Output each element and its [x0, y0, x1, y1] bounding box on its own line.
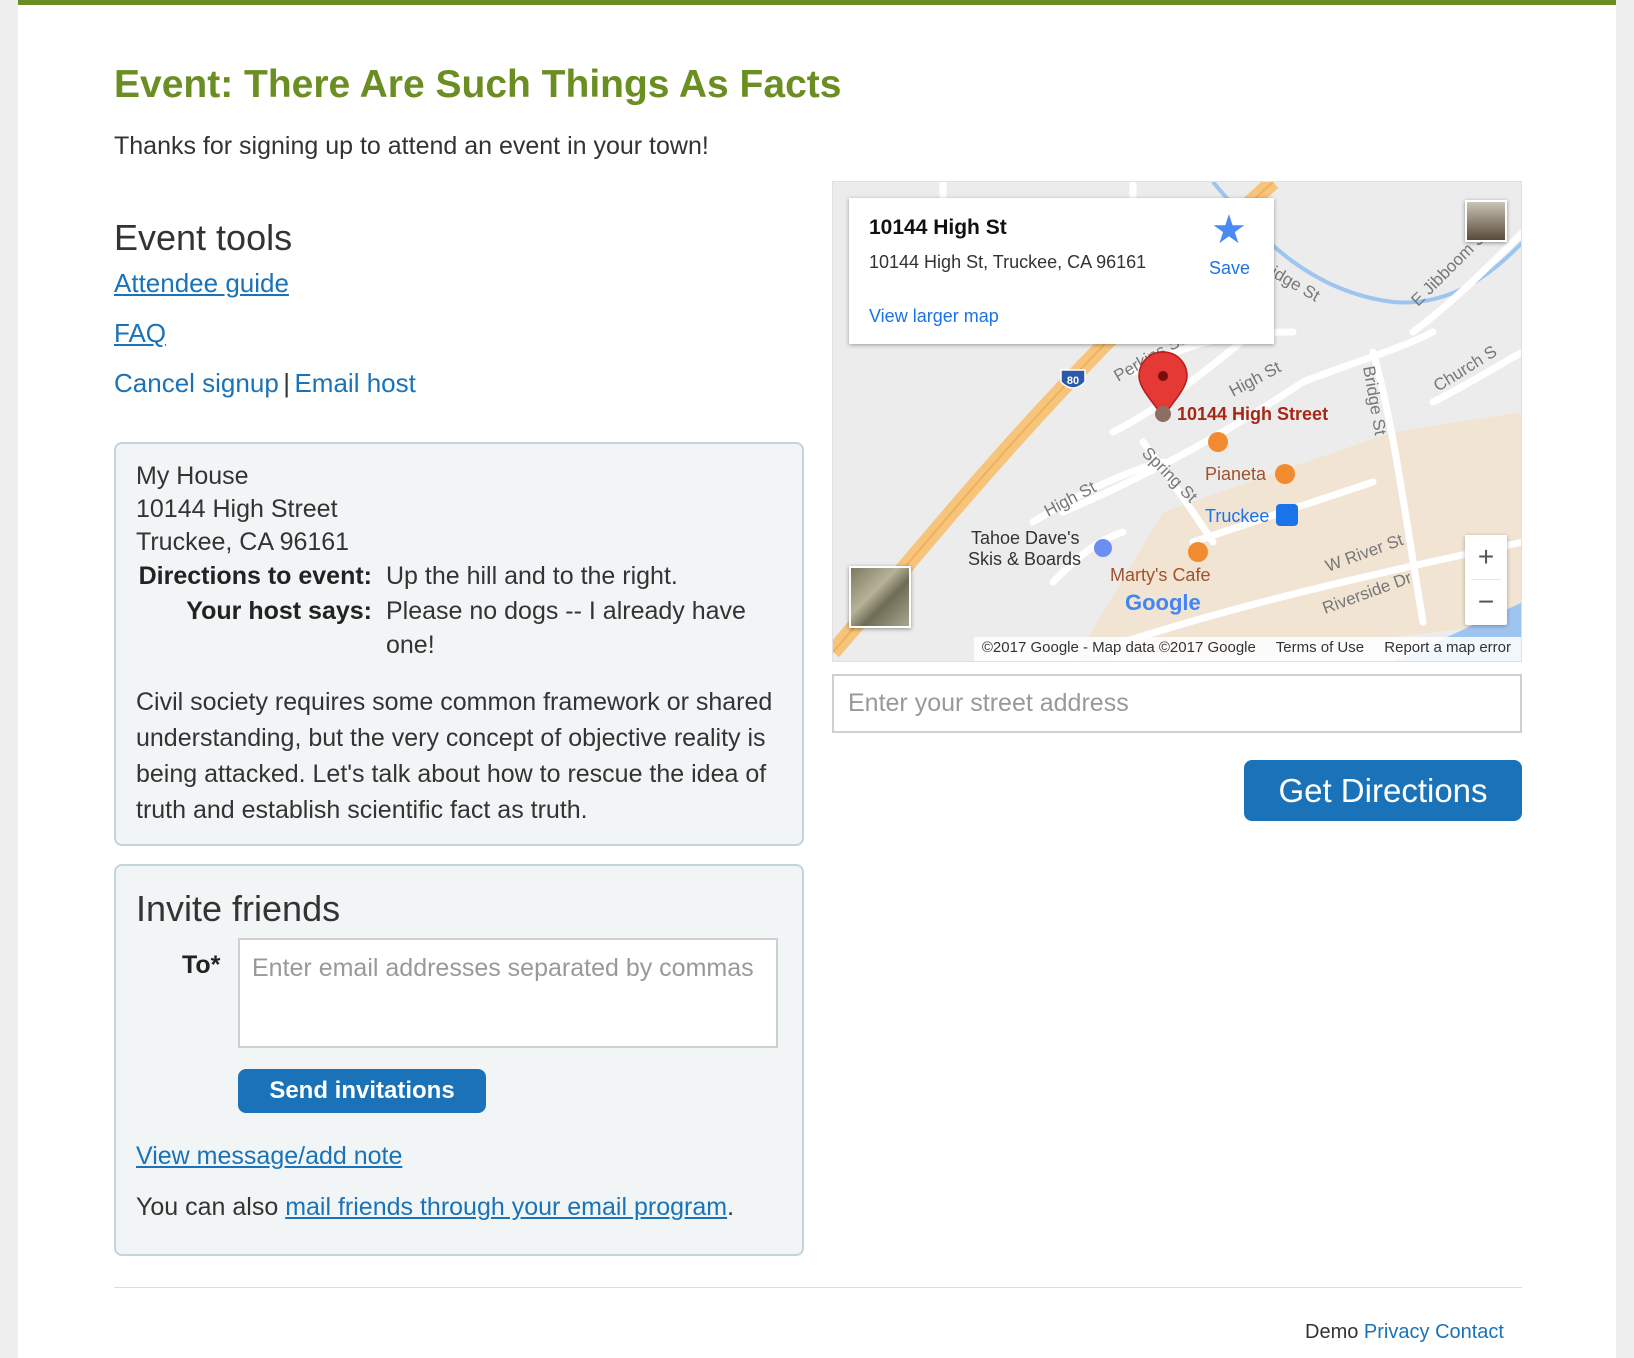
attendee-guide-link[interactable]: Attendee guide	[114, 268, 289, 299]
faq-link[interactable]: FAQ	[114, 318, 166, 349]
host-says-label: Your host says:	[186, 597, 372, 625]
report-map-error-link[interactable]: Report a map error	[1384, 639, 1511, 656]
send-invitations-button[interactable]: Send invitations	[238, 1069, 486, 1113]
cafe-icon-2	[1188, 542, 1208, 562]
page-subtitle: Thanks for signing up to attend an event…	[114, 132, 709, 160]
zoom-in-button[interactable]: +	[1465, 535, 1507, 579]
restaurant-icon	[1275, 464, 1295, 484]
event-tools-heading: Event tools	[114, 217, 293, 258]
footer: Demo Privacy Contact	[1305, 1321, 1504, 1344]
info-address: 10144 High St, Truckee, CA 96161	[869, 252, 1147, 272]
label-high-st-1: High St	[1226, 357, 1284, 400]
page: Event: There Are Such Things As Facts Th…	[18, 0, 1616, 1358]
footer-demo: Demo	[1305, 1321, 1359, 1343]
email-recipients-input[interactable]	[238, 938, 778, 1048]
get-directions-button[interactable]: Get Directions	[1244, 760, 1522, 821]
save-star-icon[interactable]: ★	[1211, 210, 1247, 250]
zoom-controls: + −	[1465, 535, 1507, 625]
street-view-thumbnail[interactable]	[1465, 200, 1507, 242]
mail-friends-link[interactable]: mail friends through your email program	[285, 1193, 727, 1221]
event-description: Civil society requires some common frame…	[136, 688, 773, 824]
action-separator: |	[283, 368, 290, 398]
view-message-link[interactable]: View message/add note	[136, 1142, 402, 1171]
mail-friends-line: You can also mail friends through your e…	[136, 1193, 734, 1222]
satellite-view-toggle[interactable]	[849, 566, 911, 628]
map-attribution: ©2017 Google - Map data ©2017 Google	[981, 639, 1256, 656]
save-place-button[interactable]: Save	[1209, 258, 1250, 279]
zoom-out-button[interactable]: −	[1465, 580, 1507, 624]
venue-street: 10144 High Street	[136, 495, 338, 523]
downtown-area	[1073, 412, 1521, 661]
shop-icon	[1094, 539, 1112, 557]
venue-city: Truckee, CA 96161	[136, 528, 350, 556]
i80-label: 80	[1067, 375, 1079, 387]
email-host-link[interactable]: Email host	[294, 368, 415, 398]
street-address-input[interactable]	[832, 674, 1522, 733]
footer-divider	[114, 1287, 1522, 1288]
page-title: Event: There Are Such Things As Facts	[114, 63, 842, 106]
to-label: To*	[182, 951, 221, 979]
host-says-value: Please no dogs -- I already have one!	[386, 597, 746, 659]
directions-label: Directions to event:	[138, 562, 372, 590]
map-info-window: 10144 High St 10144 High St, Truckee, CA…	[849, 198, 1274, 344]
venue-name: My House	[136, 462, 249, 490]
mail-suffix: .	[727, 1193, 735, 1221]
view-larger-map-link[interactable]: View larger map	[869, 306, 999, 327]
label-tahoe-daves-1: Tahoe Dave's	[971, 528, 1080, 548]
label-tahoe-daves-2: Skis & Boards	[968, 549, 1081, 569]
train-station-icon	[1276, 504, 1298, 526]
i80-shield-icon: 80	[1060, 369, 1086, 389]
event-map[interactable]: 80 High St High St Spring St Bridge St B…	[832, 181, 1522, 662]
invite-heading: Invite friends	[136, 888, 341, 929]
label-pianeta: Pianeta	[1205, 464, 1267, 484]
footer-contact-link[interactable]: Contact	[1435, 1321, 1504, 1343]
label-martys: Marty's Cafe	[1110, 565, 1210, 585]
directions-value: Up the hill and to the right.	[386, 562, 678, 590]
event-details-card: My House 10144 High Street Truckee, CA 9…	[114, 442, 804, 846]
host-actions: Cancel signup | Email host	[114, 368, 416, 399]
invite-friends-card: Invite friends To* Send invitations View…	[114, 864, 804, 1256]
mail-prefix: You can also	[136, 1193, 286, 1221]
label-truckee: Truckee	[1205, 506, 1269, 526]
marker-label: 10144 High Street	[1177, 404, 1328, 424]
cancel-signup-link[interactable]: Cancel signup	[114, 368, 279, 398]
info-title: 10144 High St	[869, 216, 1007, 239]
google-logo: Google	[1125, 590, 1201, 615]
map-attribution-bar: ©2017 Google - Map data ©2017 Google Ter…	[973, 637, 1521, 661]
footer-privacy-link[interactable]: Privacy	[1364, 1321, 1430, 1343]
cafe-icon	[1208, 432, 1228, 452]
terms-of-use-link[interactable]: Terms of Use	[1276, 639, 1364, 656]
